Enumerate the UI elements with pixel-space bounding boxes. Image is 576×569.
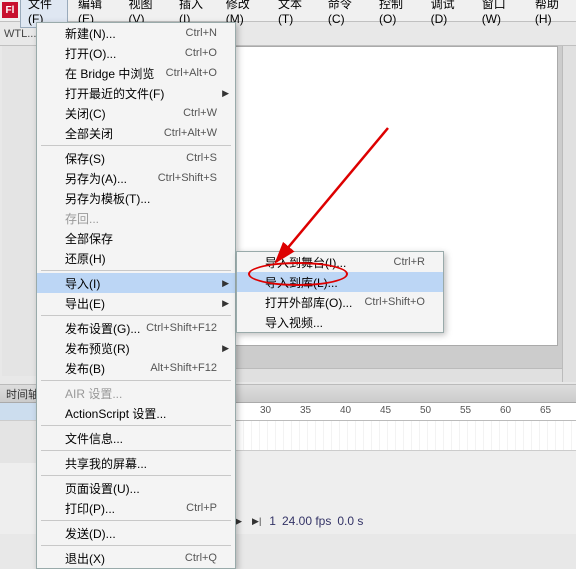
menu-item-import-video[interactable]: 导入视频...	[237, 312, 443, 332]
menu-item-file-info[interactable]: 文件信息...	[37, 428, 235, 448]
ruler-tick: 30	[260, 405, 271, 416]
menu-item-air-settings: AIR 设置...	[37, 383, 235, 403]
menu-item-import-to-library[interactable]: 导入到库(L)...	[237, 272, 443, 292]
ruler-tick: 55	[460, 405, 471, 416]
menu-separator	[41, 145, 231, 146]
timeline-fps: 24.00 fps	[282, 514, 331, 528]
menu-item-open-external-library[interactable]: 打开外部库(O)...Ctrl+Shift+O	[237, 292, 443, 312]
menu-separator	[41, 450, 231, 451]
ruler-tick: 50	[420, 405, 431, 416]
menu-item-close[interactable]: 关闭(C)Ctrl+W	[37, 103, 235, 123]
app-icon: Fl	[2, 2, 18, 18]
menu-item-publish-settings[interactable]: 发布设置(G)...Ctrl+Shift+F12	[37, 318, 235, 338]
menu-separator	[41, 380, 231, 381]
document-tab[interactable]: WTL...	[4, 28, 36, 40]
timeline-frames-track[interactable]	[180, 421, 576, 451]
menu-commands[interactable]: 命令(C)	[320, 0, 369, 28]
menu-separator	[41, 315, 231, 316]
scrollbar-vertical[interactable]	[562, 46, 576, 382]
menu-item-send[interactable]: 发送(D)...	[37, 523, 235, 543]
menu-item-close-all[interactable]: 全部关闭Ctrl+Alt+W	[37, 123, 235, 143]
menu-separator	[41, 270, 231, 271]
menu-item-browse-bridge[interactable]: 在 Bridge 中浏览Ctrl+Alt+O	[37, 63, 235, 83]
menu-control[interactable]: 控制(O)	[371, 0, 421, 28]
menu-separator	[41, 425, 231, 426]
menu-item-actionscript-settings[interactable]: ActionScript 设置...	[37, 403, 235, 423]
chevron-right-icon: ▶	[222, 343, 229, 354]
menu-item-print[interactable]: 打印(P)...Ctrl+P	[37, 498, 235, 518]
menu-item-page-setup[interactable]: 页面设置(U)...	[37, 478, 235, 498]
ruler-tick: 65	[540, 405, 551, 416]
ruler-tick: 45	[380, 405, 391, 416]
menu-item-publish-preview[interactable]: 发布预览(R)▶	[37, 338, 235, 358]
menu-item-save-as-template[interactable]: 另存为模板(T)...	[37, 188, 235, 208]
menu-item-checkin: 存回...	[37, 208, 235, 228]
playback-last-icon[interactable]: ▶|	[250, 516, 263, 527]
menu-help[interactable]: 帮助(H)	[527, 0, 576, 28]
menu-separator	[41, 545, 231, 546]
ruler-tick: 40	[340, 405, 351, 416]
ruler-tick: 35	[300, 405, 311, 416]
chevron-right-icon: ▶	[222, 278, 229, 289]
menu-item-publish[interactable]: 发布(B)Alt+Shift+F12	[37, 358, 235, 378]
file-menu-dropdown: 新建(N)...Ctrl+N 打开(O)...Ctrl+O 在 Bridge 中…	[36, 22, 236, 569]
menu-item-export[interactable]: 导出(E)▶	[37, 293, 235, 313]
timeline-current-frame: 1	[269, 514, 276, 528]
menu-item-share-screen[interactable]: 共享我的屏幕...	[37, 453, 235, 473]
menu-item-save[interactable]: 保存(S)Ctrl+S	[37, 148, 235, 168]
menu-item-open[interactable]: 打开(O)...Ctrl+O	[37, 43, 235, 63]
menu-item-new[interactable]: 新建(N)...Ctrl+N	[37, 23, 235, 43]
menu-item-save-as[interactable]: 另存为(A)...Ctrl+Shift+S	[37, 168, 235, 188]
tools-panel	[2, 46, 38, 376]
menu-item-exit[interactable]: 退出(X)Ctrl+Q	[37, 548, 235, 568]
menu-item-import-to-stage[interactable]: 导入到舞台(I)...Ctrl+R	[237, 252, 443, 272]
menu-separator	[41, 475, 231, 476]
chevron-right-icon: ▶	[222, 88, 229, 99]
menubar: 文件(F) 编辑(E) 视图(V) 插入(I) 修改(M) 文本(T) 命令(C…	[0, 0, 576, 22]
menu-text[interactable]: 文本(T)	[270, 0, 318, 28]
import-submenu: 导入到舞台(I)...Ctrl+R 导入到库(L)... 打开外部库(O)...…	[236, 251, 444, 333]
timeline-elapsed: 0.0 s	[337, 514, 363, 528]
menu-item-save-all[interactable]: 全部保存	[37, 228, 235, 248]
ruler-tick: 60	[500, 405, 511, 416]
menu-debug[interactable]: 调试(D)	[423, 0, 472, 28]
menu-item-open-recent[interactable]: 打开最近的文件(F)▶	[37, 83, 235, 103]
menu-window[interactable]: 窗口(W)	[474, 0, 525, 28]
menu-item-import[interactable]: 导入(I)▶	[37, 273, 235, 293]
menu-item-revert[interactable]: 还原(H)	[37, 248, 235, 268]
menu-separator	[41, 520, 231, 521]
chevron-right-icon: ▶	[222, 298, 229, 309]
timeline-ruler[interactable]: 20 25 30 35 40 45 50 55 60 65 70	[180, 403, 576, 421]
